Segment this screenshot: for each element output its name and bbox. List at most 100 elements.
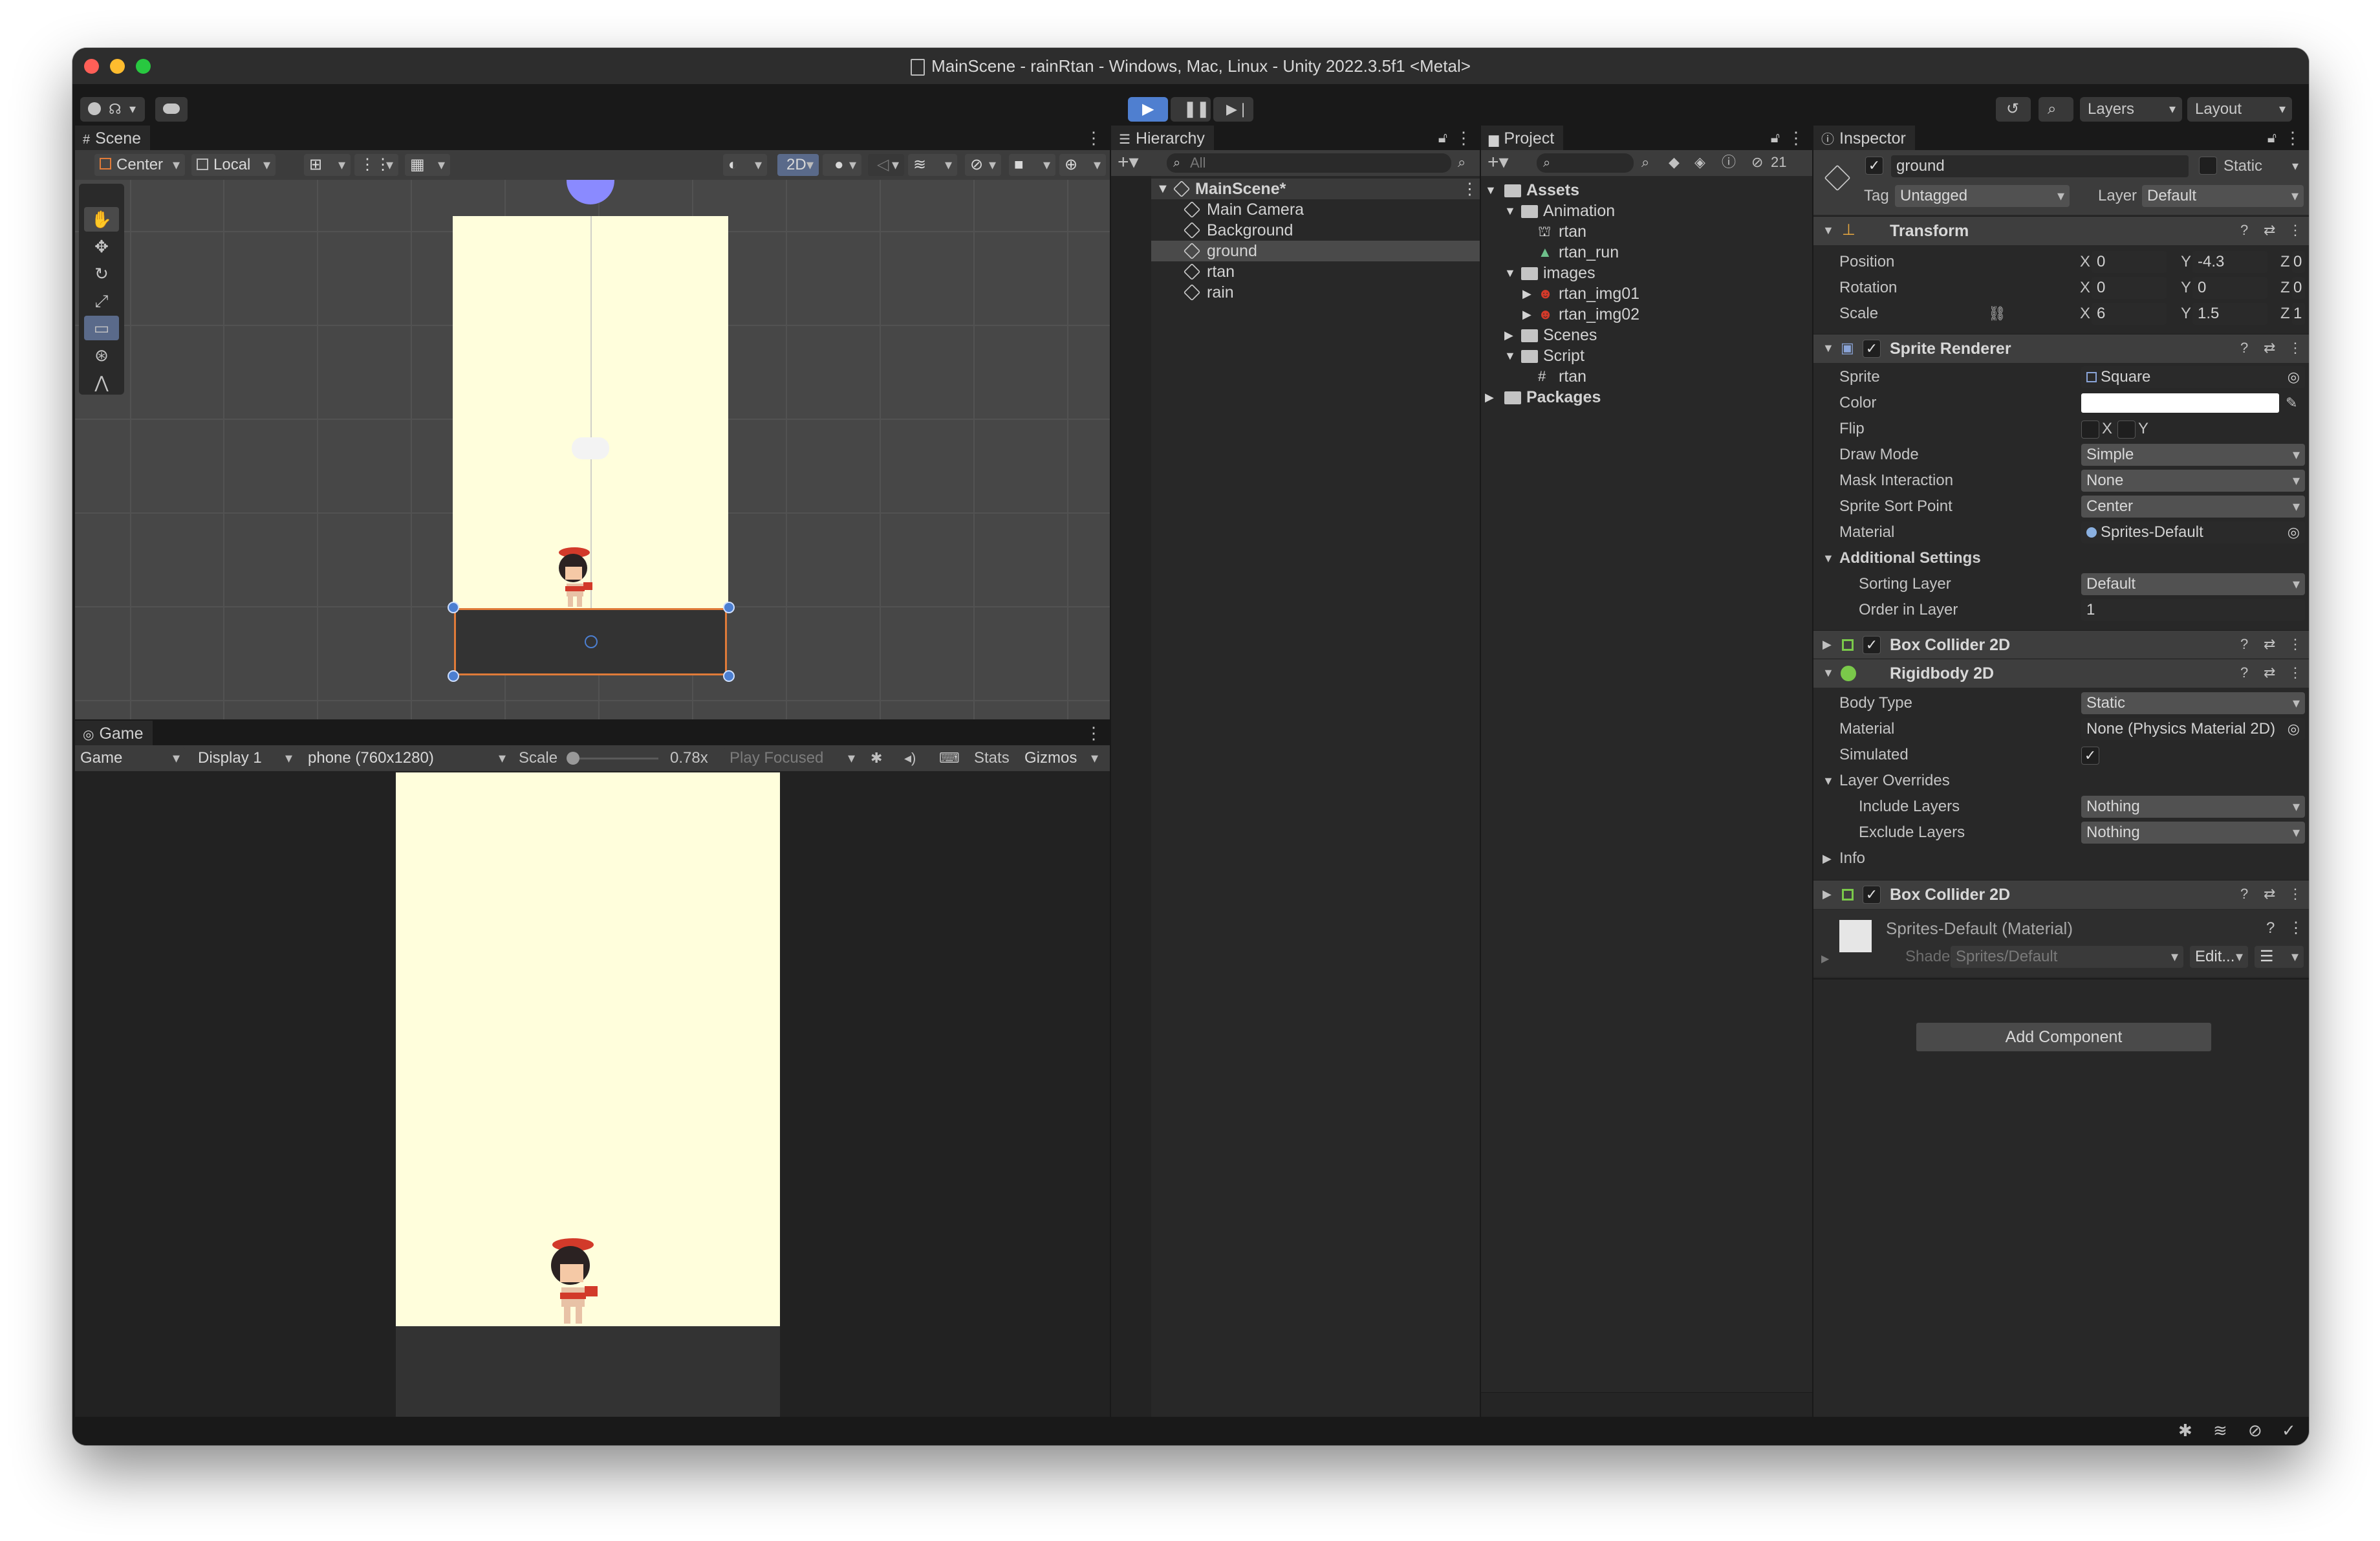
layout-dropdown[interactable]: Layout ▾ xyxy=(2187,97,2292,122)
rotation-y-input[interactable]: 0 xyxy=(2192,277,2267,299)
grid-snap-dropdown[interactable]: ⊞ xyxy=(304,154,351,176)
hand-tool-icon[interactable]: ✋ xyxy=(84,207,119,232)
folder-scenes[interactable]: ▶ Scenes xyxy=(1481,325,1812,345)
hidden-packages-icon[interactable]: ⊘ xyxy=(1751,151,1763,173)
preset-icon[interactable]: ⇄ xyxy=(2264,219,2275,241)
shader-edit-button[interactable]: Edit... xyxy=(2190,946,2248,968)
position-y-input[interactable]: -4.3 xyxy=(2192,251,2267,273)
folder-packages[interactable]: ▶ Packages xyxy=(1481,387,1812,408)
asset-script-rtan[interactable]: # rtan xyxy=(1481,366,1812,387)
active-checkbox[interactable]: ✓ xyxy=(1865,157,1883,175)
more-options-icon[interactable]: ⋮ xyxy=(1788,126,1804,150)
scale-slider-thumb[interactable] xyxy=(567,752,579,765)
keyboard-icon[interactable]: ⌨ xyxy=(939,747,960,769)
folder-images[interactable]: ▼ images xyxy=(1481,263,1812,283)
more-options-icon[interactable]: ⋮ xyxy=(2288,219,2302,241)
sprite-sort-point-dropdown[interactable]: Center xyxy=(2081,496,2305,518)
grid-plane-dropdown[interactable]: ▦ xyxy=(405,154,450,176)
rect-tool-icon[interactable]: ▭ xyxy=(84,316,119,340)
space-local-dropdown[interactable]: Local xyxy=(191,154,276,176)
network-icon[interactable]: ⊘ xyxy=(2248,1419,2262,1441)
include-layers-dropdown[interactable]: Nothing xyxy=(2081,796,2305,818)
folder-animation[interactable]: ▼ Animation xyxy=(1481,201,1812,221)
pivot-center-dropdown[interactable]: Center xyxy=(94,154,185,176)
help-icon[interactable]: ? xyxy=(2240,337,2248,359)
layer-overrides-foldout[interactable]: Layer Overrides xyxy=(1839,770,1950,792)
search-filter-icon[interactable]: ⌕ xyxy=(1458,151,1466,173)
minimize-window-button[interactable] xyxy=(110,59,125,74)
help-icon[interactable]: ? xyxy=(2240,883,2248,905)
box-collider2-enabled-checkbox[interactable]: ✓ xyxy=(1863,886,1881,904)
object-name-input[interactable]: ground xyxy=(1891,155,2189,177)
folder-assets[interactable]: ▼ Assets xyxy=(1481,180,1812,201)
simulated-checkbox[interactable]: ✓ xyxy=(2081,747,2099,765)
play-mode-dropdown[interactable]: Play Focused xyxy=(724,747,860,769)
sprite-renderer-enabled-checkbox[interactable]: ✓ xyxy=(1863,340,1881,358)
asset-image-rtan-img01[interactable]: ▶ ☻ rtan_img01 xyxy=(1481,283,1812,304)
box-collider2-header[interactable]: ▶ ✓ Box Collider 2D ? ⇄ ⋮ xyxy=(1813,880,2309,909)
more-options-icon[interactable]: ⋮ xyxy=(2288,883,2302,905)
sprite-object-field[interactable]: Square ◎ xyxy=(2081,366,2305,388)
body-type-dropdown[interactable]: Static xyxy=(2081,692,2305,714)
info-foldout[interactable]: Info xyxy=(1839,847,1865,869)
tab-project[interactable]: ▆ Project xyxy=(1481,126,1564,150)
create-plus-icon[interactable]: +▾ xyxy=(1118,151,1139,173)
asset-animator-rtan[interactable]: ⛫ rtan xyxy=(1481,221,1812,242)
layers-dropdown[interactable]: Layers ▾ xyxy=(2080,97,2182,122)
scale-slider-track[interactable] xyxy=(568,758,658,760)
rect-handle-bottom-right[interactable] xyxy=(723,670,735,682)
transform-tool-icon[interactable]: ⊛ xyxy=(84,343,119,367)
cloud-button[interactable] xyxy=(155,97,188,122)
help-icon[interactable]: ? xyxy=(2240,662,2248,684)
increment-snap-dropdown[interactable]: ⋮⋮ xyxy=(354,154,398,176)
hierarchy-item-background[interactable]: Background xyxy=(1151,220,1480,241)
pivot-handle[interactable] xyxy=(585,635,598,648)
object-picker-icon[interactable]: ◎ xyxy=(2288,366,2300,388)
project-search-input[interactable]: ⌕ xyxy=(1537,153,1634,173)
rotation-x-input[interactable]: 0 xyxy=(2092,277,2167,299)
sorting-layer-dropdown[interactable]: Default xyxy=(2081,573,2305,595)
hierarchy-item-main-camera[interactable]: Main Camera xyxy=(1151,199,1480,220)
effects-dropdown[interactable]: ≋ xyxy=(908,154,957,176)
eyedropper-icon[interactable]: ✎ xyxy=(2286,392,2297,414)
pause-button[interactable]: ❚❚ xyxy=(1171,97,1211,122)
hierarchy-search-input[interactable]: ⌕ All xyxy=(1167,153,1451,173)
tab-game[interactable]: ◎ Game xyxy=(75,721,153,745)
chevron-down-icon[interactable]: ▾ xyxy=(2292,155,2299,177)
scene-view[interactable]: ✋ ✥ ↻ ⤢ ▭ ⊛ ⋀ xyxy=(75,180,1110,719)
help-icon[interactable]: ? xyxy=(2240,633,2248,655)
rigidbody-header[interactable]: ▼ Rigidbody 2D ? ⇄ ⋮ xyxy=(1813,659,2309,688)
shading-mode-dropdown[interactable]: ◐ xyxy=(723,154,767,176)
display-dropdown[interactable]: Display 1 xyxy=(193,747,298,769)
audio-toggle[interactable]: ◁ xyxy=(868,154,904,176)
filter-type-icon[interactable]: ◆ xyxy=(1669,151,1680,173)
resolution-dropdown[interactable]: phone (760x1280) xyxy=(303,747,511,769)
sprite-renderer-header[interactable]: ▼ ▣ ✓ Sprite Renderer ? ⇄ ⋮ xyxy=(1813,334,2309,363)
hierarchy-item-rtan[interactable]: rtan xyxy=(1151,261,1480,282)
tab-inspector[interactable]: ⓘ Inspector xyxy=(1813,126,1915,150)
box-collider-header[interactable]: ▶ ✓ Box Collider 2D ? ⇄ ⋮ xyxy=(1813,630,2309,659)
tab-hierarchy[interactable]: ☰ Hierarchy xyxy=(1111,126,1214,150)
chevron-down-icon[interactable]: ▼ xyxy=(1823,770,1834,792)
camera-dropdown[interactable]: ■ xyxy=(1009,154,1055,176)
close-window-button[interactable] xyxy=(84,59,99,74)
lock-icon[interactable]: 🔓︎ xyxy=(1438,126,1447,150)
shader-dropdown[interactable]: Sprites/Default xyxy=(1951,946,2183,968)
info-icon[interactable]: ⓘ xyxy=(1722,151,1736,173)
stats-button[interactable]: Stats xyxy=(974,747,1010,769)
speaker-icon[interactable]: ◂) xyxy=(904,747,916,769)
check-circle-icon[interactable]: ✓ xyxy=(2282,1419,2296,1441)
more-options-icon[interactable]: ⋮ xyxy=(2288,633,2302,655)
chevron-right-icon[interactable]: ▶ xyxy=(1823,847,1832,869)
more-options-icon[interactable]: ⋮ xyxy=(1085,126,1102,150)
debug-icon[interactable]: ✱ xyxy=(2178,1419,2192,1441)
chevron-down-icon[interactable]: ▼ xyxy=(1823,547,1834,569)
account-button[interactable]: ☊ ▾ xyxy=(80,97,145,122)
help-icon[interactable]: ? xyxy=(2240,219,2248,241)
more-options-icon[interactable]: ⋮ xyxy=(1085,721,1102,745)
help-icon[interactable]: ? xyxy=(2266,917,2275,939)
more-options-icon[interactable]: ⋮ xyxy=(1462,179,1478,199)
rect-handle-top-left[interactable] xyxy=(448,602,459,613)
add-component-button[interactable]: Add Component xyxy=(1916,1022,2212,1052)
gizmos-dropdown-game[interactable]: Gizmos xyxy=(1019,747,1103,769)
